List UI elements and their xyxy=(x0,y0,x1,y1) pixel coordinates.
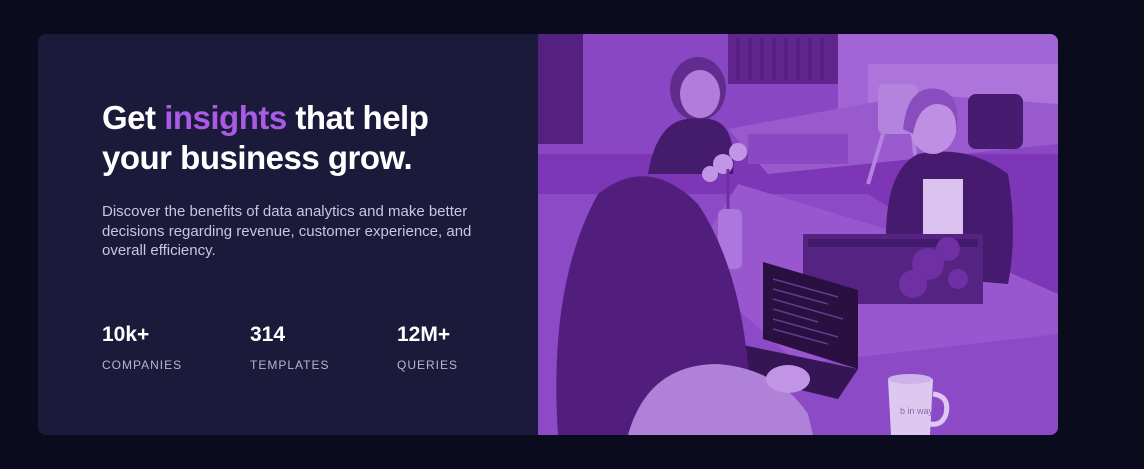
office-team-illustration: b in way xyxy=(538,34,1058,435)
headline-accent-word: insights xyxy=(164,99,287,136)
hero-photo: b in way xyxy=(538,34,1058,435)
stat-label: COMPANIES xyxy=(102,358,183,372)
stat-label: TEMPLATES xyxy=(250,358,330,372)
stat-value: 314 xyxy=(250,323,286,346)
stat-value: 10k+ xyxy=(102,323,150,346)
stat-value: 12M+ xyxy=(397,323,451,346)
stat-label: QUERIES xyxy=(397,358,459,372)
hero-text-panel: Get insights that help your business gro… xyxy=(38,34,538,435)
stats-row: 10k+ COMPANIES 314 TEMPLATES 12M+ QUERIE… xyxy=(102,322,522,382)
stat-templates: 314 TEMPLATES xyxy=(250,322,329,372)
hero-card: Get insights that help your business gro… xyxy=(38,34,1058,435)
hero-headline: Get insights that help your business gro… xyxy=(102,98,482,178)
hero-description: Discover the benefits of data analytics … xyxy=(102,203,472,259)
stat-companies: 10k+ COMPANIES xyxy=(102,322,182,372)
stat-queries: 12M+ QUERIES xyxy=(397,322,458,372)
headline-pre: Get xyxy=(102,99,156,136)
